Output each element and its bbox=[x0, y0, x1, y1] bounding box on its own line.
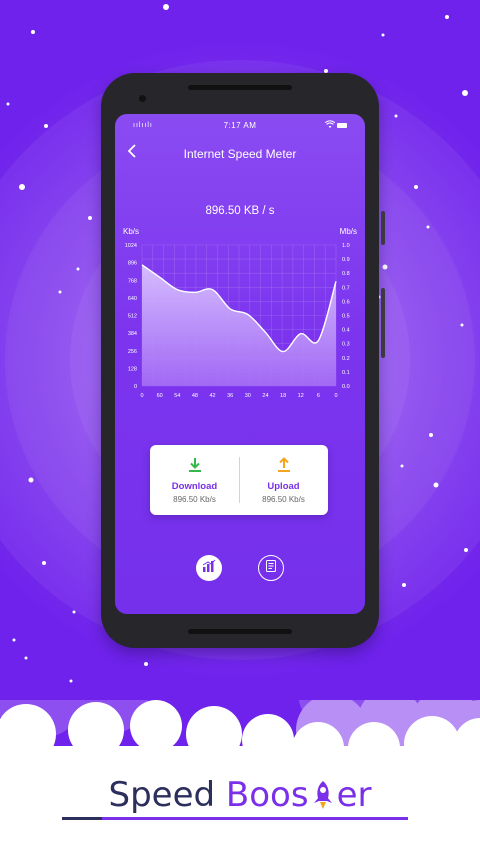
power-button bbox=[381, 288, 385, 358]
right-tick-label: 0.8 bbox=[342, 271, 350, 277]
right-tick-label: 0.1 bbox=[342, 370, 350, 376]
left-tick-label: 0 bbox=[134, 384, 137, 390]
download-value: 896.50 Kb/s bbox=[173, 495, 216, 504]
right-tick-label: 0.5 bbox=[342, 314, 350, 320]
app-screen: ıılıılı 7:17 AM Internet Speed Meter 896… bbox=[115, 114, 365, 614]
brand-underline bbox=[62, 817, 408, 820]
right-tick-label: 0.0 bbox=[342, 384, 350, 390]
right-tick-label: 0.9 bbox=[342, 257, 350, 263]
x-tick-label: 30 bbox=[245, 393, 251, 399]
rocket-icon bbox=[309, 779, 337, 809]
right-tick-label: 0.6 bbox=[342, 299, 350, 305]
x-tick-label: 42 bbox=[209, 393, 215, 399]
phone-camera bbox=[139, 95, 146, 102]
speed-stats-card: Download 896.50 Kb/s Upload 896.50 Kb/s bbox=[150, 445, 328, 515]
x-tick-label: 0 bbox=[140, 393, 143, 399]
x-tick-label: 60 bbox=[157, 393, 163, 399]
download-icon bbox=[150, 455, 239, 475]
battery-icon bbox=[337, 123, 347, 128]
left-tick-label: 512 bbox=[128, 314, 137, 320]
upload-label: Upload bbox=[267, 481, 300, 492]
right-axis-label: Mb/s bbox=[340, 227, 357, 236]
right-tick-label: 1.0 bbox=[342, 243, 350, 249]
x-tick-label: 36 bbox=[227, 393, 233, 399]
right-tick-label: 0.4 bbox=[342, 328, 350, 334]
wifi-icon bbox=[324, 120, 336, 131]
document-list-icon bbox=[264, 559, 278, 578]
upload-stat[interactable]: Upload 896.50 Kb/s bbox=[239, 445, 328, 515]
x-tick-label: 54 bbox=[174, 393, 180, 399]
x-tick-label: 48 bbox=[192, 393, 198, 399]
brand-word-speed: Speed bbox=[108, 775, 216, 815]
status-bar: ıılıılı 7:17 AM bbox=[115, 120, 365, 132]
left-tick-label: 640 bbox=[128, 296, 137, 302]
upload-value: 896.50 Kb/s bbox=[262, 495, 305, 504]
bar-chart-icon bbox=[202, 559, 216, 578]
download-label: Download bbox=[171, 481, 218, 492]
download-stat[interactable]: Download 896.50 Kb/s bbox=[150, 445, 239, 515]
page-title: Internet Speed Meter bbox=[183, 147, 297, 161]
brand-wordmark: Speed Boos er bbox=[0, 775, 480, 815]
right-tick-label: 0.7 bbox=[342, 285, 350, 291]
right-tick-label: 0.3 bbox=[342, 342, 350, 348]
stats-button[interactable] bbox=[196, 555, 222, 581]
upload-icon bbox=[239, 455, 328, 475]
x-tick-label: 0 bbox=[334, 393, 337, 399]
right-tick-label: 0.2 bbox=[342, 356, 350, 362]
x-tick-label: 24 bbox=[262, 393, 268, 399]
left-tick-label: 1024 bbox=[125, 243, 137, 249]
brand-word-booster-end: er bbox=[336, 775, 372, 815]
x-tick-label: 6 bbox=[317, 393, 320, 399]
speed-chart: Kb/s Mb/s 1024 896 768 640 512 384 256 128 0 1.0 0.9… bbox=[123, 227, 357, 399]
brand-underline-accent bbox=[62, 817, 102, 820]
left-tick-label: 128 bbox=[128, 366, 137, 372]
left-tick-label: 768 bbox=[128, 278, 137, 284]
left-tick-label: 256 bbox=[128, 349, 137, 355]
x-tick-label: 18 bbox=[280, 393, 286, 399]
current-speed: 896.50 KB / s bbox=[205, 205, 275, 217]
left-axis-label: Kb/s bbox=[123, 227, 139, 236]
volume-button bbox=[381, 211, 385, 245]
brand-word-booster-start: Boos bbox=[225, 775, 309, 815]
x-tick-label: 12 bbox=[298, 393, 304, 399]
phone-speaker bbox=[188, 85, 292, 90]
app-header: Internet Speed Meter bbox=[115, 144, 365, 164]
left-tick-label: 896 bbox=[128, 261, 137, 267]
history-button[interactable] bbox=[258, 555, 284, 581]
phone-bottom-bar bbox=[188, 629, 292, 634]
left-tick-label: 384 bbox=[128, 331, 137, 337]
